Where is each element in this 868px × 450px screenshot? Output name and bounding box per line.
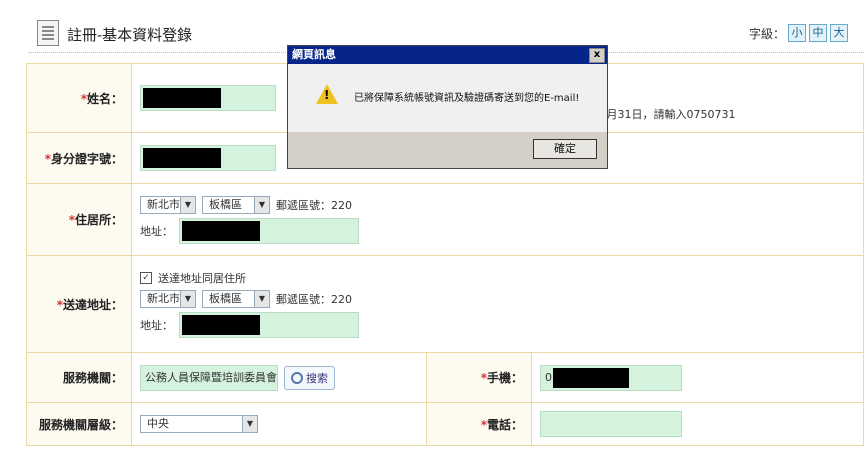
name-label-cell: *姓名： [26, 63, 132, 133]
city-select[interactable]: 新北市 ▼ [140, 195, 196, 214]
font-size-small-button[interactable]: 小 [788, 24, 806, 42]
dialog-body: ! 已將保障系統帳號資訊及驗證碼寄送到您的E-mail! [288, 64, 607, 132]
id-label-cell: *身分證字號： [26, 132, 132, 184]
mailing-label-cell: *送達地址： [26, 255, 132, 353]
page-title: 註冊-基本資料登錄 [67, 26, 193, 44]
font-size-medium-button[interactable]: 中 [809, 24, 827, 42]
redacted-block [143, 88, 221, 108]
mailing-cell: ✓ 送達地址同居住所 新北市 ▼ 板橋區 ▼ 郵遞區號：220 地址： [131, 255, 864, 353]
chevron-down-icon: ▼ [180, 291, 195, 307]
id-label: 身分證字號： [50, 151, 123, 166]
agency-level-label-cell: 服務機關層級： [26, 402, 132, 446]
mobile-cell: 0 [531, 352, 864, 403]
close-button[interactable]: x [589, 48, 605, 63]
redacted-block [182, 220, 260, 241]
mailing-city-select[interactable]: 新北市 ▼ [140, 290, 196, 308]
chevron-down-icon: ▼ [254, 291, 269, 307]
same-address-label: 送達地址同居住所 [158, 272, 246, 285]
agency-level-label: 服務機關層級： [38, 417, 123, 432]
search-button[interactable]: 搜索 [284, 365, 335, 390]
chevron-down-icon: ▼ [242, 416, 257, 432]
search-icon [291, 371, 303, 384]
mailing-postal-code: 郵遞區號：220 [276, 293, 352, 306]
mobile-label: 手機： [486, 371, 523, 385]
ok-button[interactable]: 確定 [533, 139, 597, 159]
agency-label: 服務機關： [62, 371, 123, 385]
dialog-title-bar: 網頁訊息 x [288, 46, 607, 64]
document-icon [37, 20, 59, 46]
address-label: 地址： [140, 224, 173, 238]
residence-address-field[interactable] [179, 217, 359, 244]
agency-cell: 公務人員保障暨培訓委員會 搜索 [131, 352, 427, 403]
residence-cell: 新北市 ▼ 板橋區 ▼ 郵遞區號：220 地址： [131, 183, 864, 256]
name-label: 姓名： [86, 91, 123, 106]
redacted-block [143, 148, 221, 168]
mailing-address-label: 地址： [140, 319, 173, 332]
agency-level-cell: 中央 ▼ [131, 402, 427, 446]
id-field[interactable] [140, 145, 276, 171]
name-hint: 月31日，請輸入0750731 [606, 107, 736, 121]
phone-field[interactable] [540, 411, 682, 437]
mailing-district-select[interactable]: 板橋區 ▼ [202, 290, 270, 308]
agency-level-select[interactable]: 中央 ▼ [140, 415, 258, 433]
mailing-address-field[interactable] [179, 312, 359, 338]
phone-cell [531, 402, 864, 446]
residence-label-cell: *住居所： [26, 183, 132, 256]
font-size-switcher: 字級： 小 中 大 [749, 24, 848, 42]
phone-label: 電話： [486, 417, 523, 432]
alert-dialog: 網頁訊息 x ! 已將保障系統帳號資訊及驗證碼寄送到您的E-mail! 確定 [287, 45, 608, 169]
font-size-large-button[interactable]: 大 [830, 24, 848, 42]
dialog-message: 已將保障系統帳號資訊及驗證碼寄送到您的E-mail! [354, 93, 580, 104]
mobile-field[interactable]: 0 [540, 364, 682, 391]
agency-label-cell: 服務機關： [26, 352, 132, 403]
redacted-block [553, 367, 629, 388]
phone-label-cell: *電話： [426, 402, 532, 446]
mobile-label-cell: *手機： [426, 352, 532, 403]
name-field[interactable] [140, 85, 276, 111]
font-size-label: 字級： [748, 26, 785, 41]
postal-code: 郵遞區號：220 [276, 198, 352, 212]
chevron-down-icon: ▼ [180, 196, 195, 213]
chevron-down-icon: ▼ [254, 196, 269, 213]
agency-field[interactable]: 公務人員保障暨培訓委員會 [140, 364, 278, 391]
mailing-label: 送達地址： [62, 297, 123, 312]
redacted-block [182, 315, 260, 335]
dialog-title: 網頁訊息 [292, 48, 336, 61]
district-select[interactable]: 板橋區 ▼ [202, 195, 270, 214]
same-address-checkbox[interactable]: ✓ [140, 272, 152, 284]
residence-label: 住居所： [74, 213, 123, 227]
